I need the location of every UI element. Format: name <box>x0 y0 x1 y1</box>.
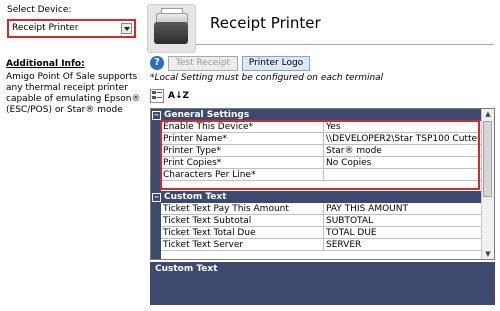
property-row[interactable]: Ticket Text Server SERVER <box>161 239 482 251</box>
property-value[interactable]: SUBTOTAL <box>326 216 480 226</box>
receipt-printer-icon <box>147 4 196 53</box>
category-custom-text[interactable]: − Custom Text <box>151 191 482 203</box>
category-label: Custom Text <box>164 192 227 202</box>
property-grid[interactable]: − General Settings Enable This Device* Y… <box>150 108 495 260</box>
scroll-thumb[interactable] <box>483 121 492 197</box>
help-icon[interactable]: ? <box>150 56 164 70</box>
scroll-down-icon[interactable]: ▼ <box>483 249 493 259</box>
property-name: Printer Type* <box>163 146 221 156</box>
device-select[interactable]: Receipt Printer <box>7 19 136 38</box>
property-name: Printer Name* <box>163 134 227 144</box>
property-value[interactable]: Star® mode <box>326 146 480 156</box>
category-general-settings[interactable]: − General Settings <box>151 109 482 121</box>
collapse-icon[interactable]: − <box>152 111 161 120</box>
scroll-up-icon[interactable]: ▲ <box>483 109 493 119</box>
property-row[interactable]: Enable This Device* Yes <box>161 121 482 133</box>
local-setting-note: *Local Setting must be configured on eac… <box>150 73 384 83</box>
category-label: General Settings <box>164 110 250 120</box>
property-value[interactable]: No Copies <box>326 158 480 168</box>
property-value[interactable]: Yes <box>326 122 480 132</box>
categorized-view-icon[interactable] <box>150 89 164 103</box>
device-select-value: Receipt Printer <box>12 23 79 33</box>
test-receipt-button[interactable]: Test Receipt <box>168 56 238 71</box>
device-label: Select Device: <box>7 5 72 15</box>
property-name: Characters Per Line* <box>163 170 256 180</box>
property-value[interactable]: SERVER <box>326 240 480 250</box>
printer-logo-button[interactable]: Printer Logo <box>242 56 310 71</box>
grid-scrollbar[interactable]: ▲ ▼ <box>481 109 494 259</box>
grid-gutter <box>151 109 161 259</box>
property-row[interactable]: Printer Type* Star® mode <box>161 145 482 157</box>
property-name: Print Copies* <box>163 158 222 168</box>
property-name: Ticket Text Total Due <box>163 228 256 238</box>
property-row[interactable]: Ticket Text Subtotal SUBTOTAL <box>161 215 482 227</box>
property-row[interactable]: Ticket Text Total Due TOTAL DUE <box>161 227 482 239</box>
title-divider <box>196 44 494 45</box>
chevron-down-icon[interactable] <box>121 23 132 34</box>
property-name: Ticket Text Server <box>163 240 244 250</box>
sort-alphabetical-icon[interactable]: A↓Z <box>168 89 189 103</box>
additional-info-text: Amigo Point Of Sale supports any thermal… <box>6 72 141 115</box>
page-title: Receipt Printer <box>210 14 321 32</box>
property-value[interactable]: PAY THIS AMOUNT <box>326 204 480 214</box>
collapse-icon[interactable]: − <box>152 193 161 202</box>
property-row[interactable]: Ticket Text Pay This Amount PAY THIS AMO… <box>161 203 482 215</box>
property-row[interactable]: Print Copies* No Copies <box>161 157 482 169</box>
property-value[interactable]: \\DEVELOPER2\Star TSP100 Cutter (TSP <box>326 134 480 144</box>
property-name: Ticket Text Pay This Amount <box>163 204 289 214</box>
property-value[interactable]: TOTAL DUE <box>326 228 480 238</box>
additional-info-title: Additional Info: <box>6 59 85 69</box>
description-title: Custom Text <box>155 264 218 274</box>
property-name: Enable This Device* <box>163 122 254 132</box>
property-row[interactable]: Printer Name* \\DEVELOPER2\Star TSP100 C… <box>161 133 482 145</box>
description-panel: Custom Text <box>150 262 495 305</box>
property-name: Ticket Text Subtotal <box>163 216 252 226</box>
property-row[interactable]: Characters Per Line* <box>161 169 482 181</box>
